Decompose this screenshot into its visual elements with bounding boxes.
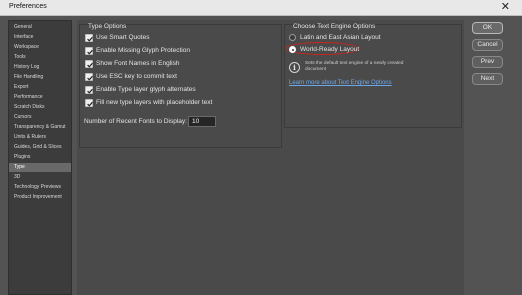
radio-label: Latin and East Asian Layout (300, 34, 381, 41)
type-options-title: Type Options (88, 23, 127, 30)
sidebar-item-general[interactable]: General (9, 23, 71, 32)
info-icon: i (289, 62, 300, 73)
text-engine-group: Choose Text Engine Options Latin and Eas… (284, 23, 462, 128)
checkbox-box[interactable] (85, 60, 93, 68)
recent-fonts-label: Number of Recent Fonts to Display: (84, 118, 187, 125)
checkbox-box[interactable] (85, 86, 93, 94)
sidebar-item-workspace[interactable]: Workspace (9, 43, 71, 52)
info-text: Sets the default text engine of a newly … (305, 61, 404, 72)
checkbox-box[interactable] (85, 47, 93, 55)
type-options-group: Type Options Use Smart Quotes Enable Mis… (79, 23, 282, 148)
checkbox-box[interactable] (85, 73, 93, 81)
next-button[interactable]: Next (472, 73, 503, 85)
sidebar-item-units-rulers[interactable]: Units & Rulers (9, 133, 71, 142)
checkmark-icon (87, 75, 93, 81)
title-bar: Preferences ✕ (0, 0, 522, 16)
prev-button[interactable]: Prev (472, 56, 503, 68)
sidebar-item-tools[interactable]: Tools (9, 53, 71, 62)
radio-button-selected[interactable] (289, 46, 296, 53)
radio-label: World-Ready Layout (300, 46, 360, 53)
sidebar-item-export[interactable]: Export (9, 83, 71, 92)
text-engine-title: Choose Text Engine Options (293, 23, 376, 30)
sidebar-item-transparency-gamut[interactable]: Transparency & Gamut (9, 123, 71, 132)
window-title: Preferences (9, 3, 47, 10)
sidebar-item-guides-grid-slices[interactable]: Guides, Grid & Slices (9, 143, 71, 152)
recent-fonts-input[interactable]: 10 (188, 116, 216, 127)
ok-button[interactable]: OK (472, 22, 503, 34)
checkbox-label: Fill new type layers with placeholder te… (96, 99, 213, 106)
radio-button[interactable] (289, 34, 296, 41)
checkbox-label: Use Smart Quotes (96, 34, 150, 41)
sidebar-item-cursors[interactable]: Cursors (9, 113, 71, 122)
preferences-sidebar: General Interface Workspace Tools Histor… (8, 20, 72, 295)
sidebar-item-interface[interactable]: Interface (9, 33, 71, 42)
sidebar-item-file-handling[interactable]: File Handling (9, 73, 71, 82)
sidebar-item-type[interactable]: Type (9, 163, 71, 172)
sidebar-item-product-improvement[interactable]: Product Improvement (9, 193, 71, 202)
checkmark-icon (87, 88, 93, 94)
sidebar-item-history-log[interactable]: History Log (9, 63, 71, 72)
sidebar-item-technology-previews[interactable]: Technology Previews (9, 183, 71, 192)
checkbox-label: Show Font Names in English (96, 60, 180, 67)
type-preferences-panel: Type Options Use Smart Quotes Enable Mis… (77, 20, 464, 295)
checkbox-box[interactable] (85, 34, 93, 42)
learn-more-link[interactable]: Learn more about Text Engine Options (289, 80, 392, 86)
preferences-window: Preferences ✕ General Interface Workspac… (0, 0, 522, 295)
checkbox-box[interactable] (85, 99, 93, 107)
checkmark-icon (87, 36, 93, 42)
checkmark-icon (87, 62, 93, 68)
checkbox-label: Use ESC key to commit text (96, 73, 177, 80)
sidebar-item-3d[interactable]: 3D (9, 173, 71, 182)
close-icon[interactable]: ✕ (501, 1, 510, 14)
checkbox-label: Enable Missing Glyph Protection (96, 47, 190, 54)
checkmark-icon (87, 49, 93, 55)
sidebar-item-performance[interactable]: Performance (9, 93, 71, 102)
cancel-button[interactable]: Cancel (472, 39, 503, 51)
sidebar-item-scratch-disks[interactable]: Scratch Disks (9, 103, 71, 112)
sidebar-item-plugins[interactable]: Plugins (9, 153, 71, 162)
checkmark-icon (87, 101, 93, 107)
checkbox-label: Enable Type layer glyph alternates (96, 86, 196, 93)
